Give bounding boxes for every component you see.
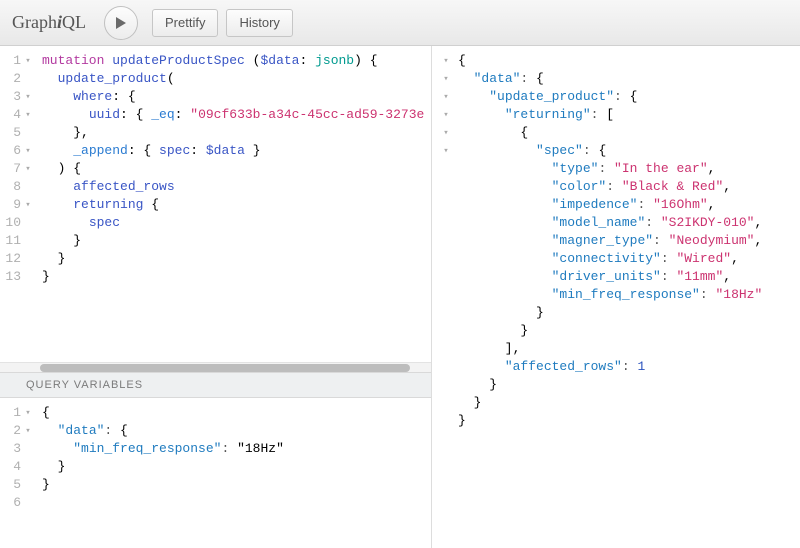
variables-gutter: 1▾2▾3456: [0, 398, 38, 518]
prettify-button[interactable]: Prettify: [152, 9, 218, 37]
query-editor[interactable]: 1▾23▾4▾56▾7▾89▾10111213 mutation updateP…: [0, 46, 431, 362]
logo-text-prefix: Graph: [12, 12, 57, 32]
variables-editor[interactable]: 1▾2▾3456 { "data": { "min_freq_response"…: [0, 398, 431, 548]
history-button[interactable]: History: [226, 9, 292, 37]
horizontal-scrollbar[interactable]: [0, 362, 431, 372]
toolbar: GraphiQL Prettify History: [0, 0, 800, 46]
query-gutter: 1▾23▾4▾56▾7▾89▾10111213: [0, 46, 38, 292]
scrollbar-thumb[interactable]: [40, 364, 410, 372]
left-column: 1▾23▾4▾56▾7▾89▾10111213 mutation updateP…: [0, 46, 432, 548]
query-content[interactable]: mutation updateProductSpec ($data: jsonb…: [38, 46, 431, 292]
logo: GraphiQL: [12, 12, 86, 33]
result-gutter: ▾▾▾▾▾▾: [432, 46, 456, 436]
execute-button[interactable]: [104, 6, 138, 40]
variables-content[interactable]: { "data": { "min_freq_response": "18Hz" …: [38, 398, 292, 518]
play-icon: [115, 16, 127, 30]
logo-text-suffix: QL: [62, 12, 86, 32]
result-pane: ▾▾▾▾▾▾ { "data": { "update_product": { "…: [432, 46, 800, 548]
query-variables-header[interactable]: Query Variables: [0, 372, 431, 398]
main: 1▾23▾4▾56▾7▾89▾10111213 mutation updateP…: [0, 46, 800, 548]
result-content: { "data": { "update_product": { "returni…: [456, 46, 770, 436]
